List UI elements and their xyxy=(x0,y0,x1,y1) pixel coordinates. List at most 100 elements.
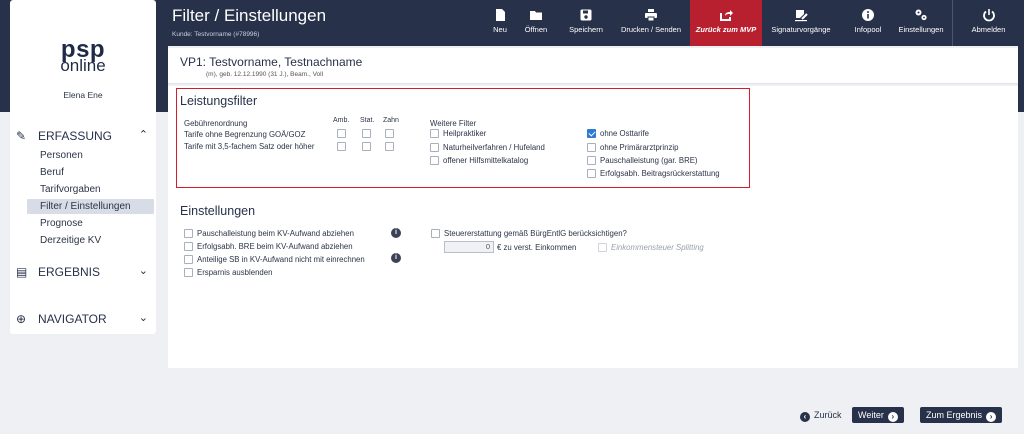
checkbox-pauschalleistung[interactable] xyxy=(587,156,596,165)
label-steuererstattung: Steuererstattung gemäß BürgEntlG berücks… xyxy=(444,229,627,238)
sidebar-section-navigator[interactable]: ⊕ NAVIGATOR ⌄ xyxy=(16,311,150,327)
toolbar-label: Zurück zum MVP xyxy=(695,25,757,34)
sidebar-item-derzeitige-kv[interactable]: Derzeitige KV xyxy=(40,235,101,246)
sidebar-item-tarifvorgaben[interactable]: Tarifvorgaben xyxy=(40,184,101,195)
einkommen-input[interactable]: 0 xyxy=(444,241,494,253)
person-name: VP1: Testvorname, Testnachname xyxy=(180,55,363,69)
toolbar-save-button[interactable]: Speichern xyxy=(566,0,606,46)
back-button[interactable]: ‹ Zurück xyxy=(800,407,842,423)
gebuehrenordnung-label: Gebührenordnung xyxy=(184,119,248,128)
right-band xyxy=(1018,46,1024,112)
sidebar-band-right xyxy=(156,0,168,112)
column-zahn: Zahn xyxy=(383,117,399,124)
sidebar-item-personen[interactable]: Personen xyxy=(40,150,83,161)
info-icon[interactable]: i xyxy=(391,253,401,263)
checkbox-pauschal-abziehen[interactable] xyxy=(184,229,193,238)
to-result-button[interactable]: Zum Ergebnis › xyxy=(920,407,1003,423)
checkbox-35fach-zahn[interactable] xyxy=(385,142,394,151)
folder-open-icon xyxy=(530,11,542,20)
gears-icon xyxy=(915,9,927,21)
checkbox-steuererstattung[interactable] xyxy=(431,229,440,238)
sidebar-item-prognose[interactable]: Prognose xyxy=(40,218,83,229)
next-button[interactable]: Weiter › xyxy=(852,407,904,423)
info-icon[interactable]: i xyxy=(391,228,401,238)
label-heilpraktiker: Heilpraktiker xyxy=(443,129,487,138)
toolbar-logout-button[interactable]: Abmelden xyxy=(952,0,1024,46)
next-label: Weiter xyxy=(858,410,884,420)
label-pauschalleistung: Pauschalleistung (gar. BRE) xyxy=(600,156,698,165)
toolbar-settings-button[interactable]: Einstellungen xyxy=(892,0,950,46)
checkbox-goae-stat[interactable] xyxy=(362,129,371,138)
checkbox-ohne-primaerarztprinzip[interactable] xyxy=(587,143,596,152)
toolbar-label: Neu xyxy=(493,25,507,34)
column-stat: Stat. xyxy=(360,117,375,124)
weitere-filter-label: Weitere Filter xyxy=(430,119,477,128)
toolbar-infopool-button[interactable]: Infopool xyxy=(848,0,888,46)
label-ohne-osttarife: ohne Osttarife xyxy=(600,129,649,138)
person-details: (m), geb. 12.12.1990 (31 J.), Beam., Vol… xyxy=(206,71,324,78)
column-amb: Amb. xyxy=(333,117,350,124)
sidebar: psp online Elena Ene ✎ ERFASSUNG ⌃ Perso… xyxy=(10,0,156,334)
checkbox-bre-abziehen[interactable] xyxy=(184,242,193,251)
row-label-35fach: Tarife mit 3,5-fachem Satz oder höher xyxy=(184,142,315,151)
result-label: Zum Ergebnis xyxy=(926,410,983,420)
section-label: NAVIGATOR xyxy=(38,312,107,326)
toolbar-label: Drucken / Senden xyxy=(620,25,682,34)
save-icon xyxy=(580,9,592,21)
edit-icon: ✎ xyxy=(16,129,27,143)
checkbox-35fach-amb[interactable] xyxy=(337,142,346,151)
info-icon xyxy=(862,9,874,21)
checkbox-splitting[interactable] xyxy=(598,243,607,252)
chevron-right-icon: › xyxy=(887,412,898,422)
toolbar-open-button[interactable]: Öffnen xyxy=(516,0,556,46)
row-label-goae: Tarife ohne Begrenzung GOÄ/GOZ xyxy=(184,130,306,139)
toolbar-signatures-button[interactable]: Signaturvorgänge xyxy=(762,0,840,46)
back-label: Zurück xyxy=(814,410,842,420)
section-label: ERGEBNIS xyxy=(38,265,101,279)
sidebar-item-filter-einstellungen[interactable]: Filter / Einstellungen xyxy=(27,199,154,214)
page-title: Filter / Einstellungen xyxy=(172,6,327,25)
toolbar-label: Signaturvorgänge xyxy=(771,25,831,34)
chevron-down-icon: ⌄ xyxy=(138,265,148,277)
toolbar-print-button[interactable]: Drucken / Senden xyxy=(616,0,686,46)
print-icon xyxy=(645,9,657,22)
share-arrow-icon xyxy=(720,10,733,21)
toolbar-back-to-mvp-button[interactable]: Zurück zum MVP xyxy=(690,0,762,46)
einstellungen-title: Einstellungen xyxy=(180,204,256,218)
checkbox-ersparnis[interactable] xyxy=(184,268,193,277)
chevron-up-icon: ⌃ xyxy=(138,129,148,141)
sidebar-item-beruf[interactable]: Beruf xyxy=(40,167,64,178)
checkbox-heilpraktiker[interactable] xyxy=(430,129,439,138)
toolbar-label: Öffnen xyxy=(524,25,548,34)
section-label: ERFASSUNG xyxy=(38,129,113,143)
toolbar-label: Abmelden xyxy=(971,25,1006,34)
checkbox-35fach-stat[interactable] xyxy=(362,142,371,151)
checkbox-erfolgsabh-brs[interactable] xyxy=(587,169,596,178)
label-splitting: Einkommensteuer Splitting xyxy=(611,243,704,252)
checkbox-ohne-osttarife[interactable] xyxy=(587,129,596,138)
page-subtitle: Kunde: Testvorname (#78996) xyxy=(172,31,260,38)
person-header: VP1: Testvorname, Testnachname (m), geb.… xyxy=(168,48,1018,84)
crosshair-icon: ⊕ xyxy=(16,312,27,326)
list-icon: ▤ xyxy=(16,265,28,279)
einkommen-suffix: € zu verst. Einkommen xyxy=(497,243,577,252)
checkbox-goae-zahn[interactable] xyxy=(385,129,394,138)
toolbar-label: Speichern xyxy=(569,25,603,34)
checkbox-hilfsmittelkatalog[interactable] xyxy=(430,156,439,165)
checkbox-goae-amb[interactable] xyxy=(337,129,346,138)
power-icon xyxy=(982,9,995,22)
label-ohne-primaerarztprinzip: ohne Primärarztprinzip xyxy=(600,143,679,152)
toolbar-label: Infopool xyxy=(854,25,882,34)
label-anteilige-sb: Anteilige SB in KV-Aufwand nicht mit ein… xyxy=(197,255,365,264)
label-bre-abziehen: Erfolgsabh. BRE beim KV-Aufwand abziehen xyxy=(197,242,353,251)
toolbar-label: Einstellungen xyxy=(898,25,944,34)
chevron-right-icon: › xyxy=(986,412,997,422)
label-hilfsmittelkatalog: offener Hilfsmittelkatalog xyxy=(443,156,529,165)
checkbox-anteilige-sb[interactable] xyxy=(184,255,193,264)
logo-text-bottom: online xyxy=(60,56,106,75)
checkbox-naturheilverfahren[interactable] xyxy=(430,143,439,152)
sidebar-section-erfassung[interactable]: ✎ ERFASSUNG ⌃ xyxy=(16,128,150,144)
signature-icon xyxy=(795,10,808,22)
sidebar-section-ergebnis[interactable]: ▤ ERGEBNIS ⌄ xyxy=(16,264,150,280)
new-document-icon xyxy=(496,9,505,21)
